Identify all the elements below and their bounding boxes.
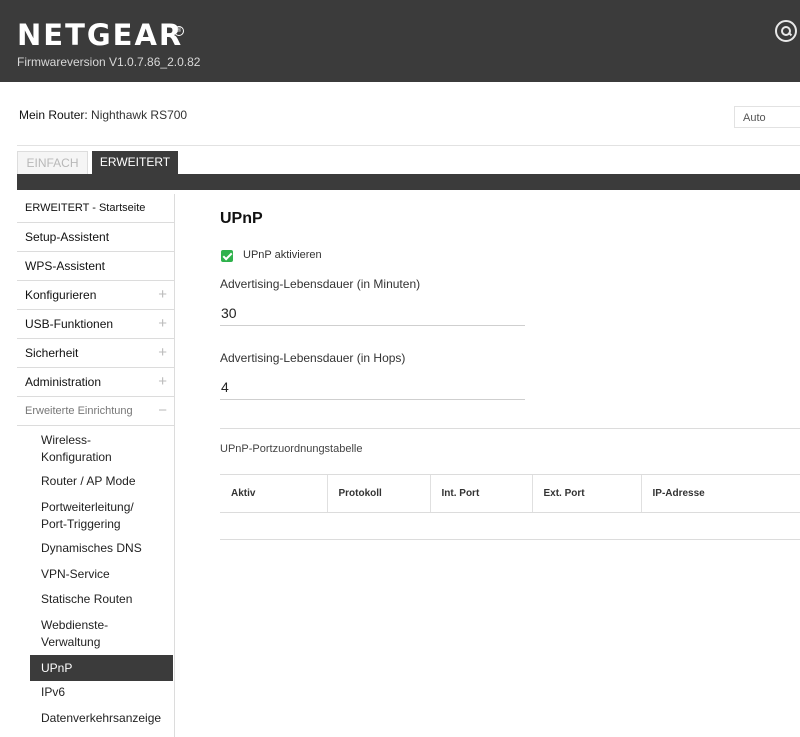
column-header-ip-adresse: IP-Adresse — [640, 474, 800, 513]
port-mapping-table: Aktiv Protokoll Int. Port Ext. Port IP-A… — [220, 474, 800, 513]
minus-icon[interactable]: − — [158, 397, 167, 425]
sidebar-item-label: USB-Funktionen — [25, 317, 114, 331]
router-info: Mein Router: Nighthawk RS700 — [19, 108, 187, 122]
firmware-version: Firmwareversion V1.0.7.86_2.0.82 — [17, 55, 201, 69]
subnav-dynamisches-dns[interactable]: Dynamisches DNS — [41, 540, 173, 557]
column-header-protokoll: Protokoll — [326, 474, 430, 513]
sidebar-item-setup-assistent[interactable]: Setup-Assistent — [17, 223, 174, 252]
tab-bar — [17, 174, 800, 190]
tab-divider — [17, 145, 800, 146]
subnav-wireless-konfiguration[interactable]: Wireless- Konfiguration — [41, 432, 173, 466]
section-divider — [220, 539, 800, 540]
sidebar-item-sicherheit[interactable]: Sicherheit + — [17, 339, 174, 368]
subnav-label-line1: Dynamisches DNS — [41, 541, 142, 555]
sidebar-item-label: Sicherheit — [25, 346, 79, 360]
lifetime-minutes-field[interactable] — [220, 300, 525, 326]
subnav-webdienste-verwaltung[interactable]: Webdienste- Verwaltung — [41, 617, 173, 651]
subnav-portweiterleitung[interactable]: Portweiterleitung/ Port-Triggering — [41, 499, 173, 533]
plus-icon[interactable]: + — [158, 281, 167, 309]
tab-einfach[interactable]: EINFACH — [17, 151, 88, 174]
subnav-label-line1: Router / AP Mode — [41, 474, 136, 488]
subnav-vpn-service[interactable]: VPN-Service — [41, 566, 173, 583]
subnav-label-line1: Statische Routen — [41, 592, 133, 606]
sidebar-item-label: ERWEITERT - Startseite — [25, 202, 146, 214]
sidebar-item-label: Administration — [25, 375, 102, 389]
subnav-label-line1: Datenverkehrsanzeige — [41, 711, 162, 725]
subnav-label-line1: IPv6 — [41, 685, 66, 699]
lifetime-minutes-label: Advertising-Lebensdauer (in Minuten) — [220, 277, 421, 291]
plus-icon[interactable]: + — [158, 310, 167, 338]
subnav-router-ap-mode[interactable]: Router / AP Mode — [41, 473, 173, 490]
subnav-label-line1: Portweiterleitung/ — [41, 500, 134, 514]
language-select[interactable]: Auto — [734, 106, 800, 128]
router-model: Nighthawk RS700 — [91, 108, 188, 122]
router-label: Mein Router: — [19, 108, 88, 122]
plus-icon[interactable]: + — [158, 339, 167, 367]
page-title: UPnP — [220, 210, 263, 227]
sidebar-item-erweiterte-einrichtung[interactable]: Erweiterte Einrichtung − — [17, 397, 174, 426]
subnav-ipv6[interactable]: IPv6 — [41, 684, 173, 701]
registered-mark: ® — [174, 26, 184, 36]
port-mapping-table-caption: UPnP-Portzuordnungstabelle — [220, 443, 363, 455]
section-divider — [220, 428, 800, 429]
upnp-enable-label: UPnP aktivieren — [243, 249, 322, 261]
check-icon — [222, 250, 233, 261]
column-header-int-port: Int. Port — [429, 474, 532, 513]
subnav-label-line2: Port-Triggering — [41, 517, 121, 531]
search-button[interactable] — [775, 20, 797, 42]
netgear-logo: NETGEAR — [17, 18, 184, 52]
subnav-label-line1: VPN-Service — [41, 567, 110, 581]
upnp-enable-checkbox[interactable] — [221, 250, 233, 262]
plus-icon[interactable]: + — [158, 368, 167, 396]
sidebar-item-wps-assistent[interactable]: WPS-Assistent — [17, 252, 174, 281]
lifetime-hops-field[interactable] — [220, 374, 525, 400]
subnav-upnp[interactable]: UPnP — [30, 655, 173, 681]
sidebar-item-konfigurieren[interactable]: Konfigurieren + — [17, 281, 174, 310]
sidebar-item-label: Konfigurieren — [25, 288, 97, 302]
subnav-label-line1: Webdienste- — [41, 618, 109, 632]
sidebar-item-administration[interactable]: Administration + — [17, 368, 174, 397]
sidebar-item-label: Setup-Assistent — [25, 230, 110, 244]
subnav-label-line1: UPnP — [41, 661, 73, 675]
subnav-label-line1: Wireless- — [41, 433, 91, 447]
tab-erweitert[interactable]: ERWEITERT — [92, 151, 178, 174]
lifetime-hops-label: Advertising-Lebensdauer (in Hops) — [220, 351, 406, 365]
table-header-row: Aktiv Protokoll Int. Port Ext. Port IP-A… — [220, 474, 800, 513]
column-header-ext-port: Ext. Port — [531, 474, 641, 513]
sidebar-item-label: WPS-Assistent — [25, 259, 106, 273]
search-icon-handle — [787, 31, 793, 37]
top-header: NETGEAR ® Firmwareversion V1.0.7.86_2.0.… — [0, 0, 800, 82]
sidebar-item-erweitert-startseite[interactable]: ERWEITERT - Startseite — [17, 194, 174, 223]
column-header-aktiv: Aktiv — [220, 474, 327, 513]
netgear-admin-page: NETGEAR ® Firmwareversion V1.0.7.86_2.0.… — [0, 0, 800, 737]
subnav-label-line2: Konfiguration — [41, 450, 112, 464]
sidebar-item-usb-funktionen[interactable]: USB-Funktionen + — [17, 310, 174, 339]
subnav-statische-routen[interactable]: Statische Routen — [41, 591, 173, 608]
sidebar-item-label: Erweiterte Einrichtung — [25, 405, 133, 417]
subnav-datenverkehrsanzeige[interactable]: Datenverkehrsanzeige — [41, 710, 173, 727]
subnav-label-line2: Verwaltung — [41, 635, 101, 649]
sidebar-nav: ERWEITERT - Startseite Setup-Assistent W… — [17, 194, 175, 737]
